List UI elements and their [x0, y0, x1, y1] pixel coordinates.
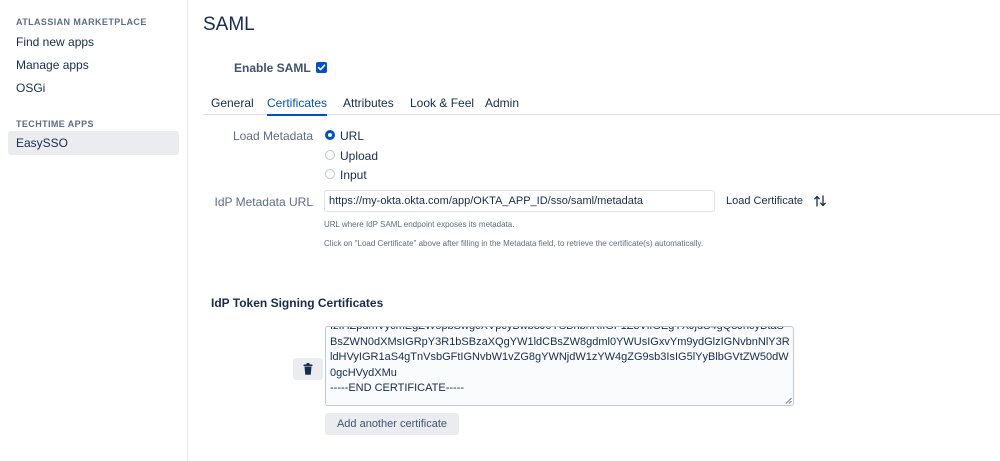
sidebar-heading-techtime: TECHTIME APPS: [16, 119, 94, 129]
add-certificate-button[interactable]: Add another certificate: [325, 413, 459, 435]
certificate-line: BsZWN0dXMsIGRpY3R1bSBzaXQgYW1ldCBsZW8gdm…: [330, 335, 790, 348]
radio-upload-button[interactable]: [325, 150, 335, 160]
sidebar-item-easysso[interactable]: EasySSO: [8, 131, 179, 155]
enable-saml-checkbox[interactable]: [316, 62, 327, 73]
radio-upload-label: Upload: [340, 149, 379, 163]
radio-url-button[interactable]: [325, 130, 335, 140]
certificate-text: IzIHZpdmVycmEgZW5pbSwgcXVpcyBwb3J0YSBhbn…: [330, 326, 790, 397]
sidebar: ATLASSIAN MARKETPLACE Find new apps Mana…: [0, 0, 188, 461]
tab-look-and-feel[interactable]: Look & Feel: [410, 96, 474, 115]
signing-certificates-title: IdP Token Signing Certificates: [211, 296, 384, 310]
enable-saml-label: Enable SAML: [234, 61, 311, 75]
metadata-url-help: URL where IdP SAML endpoint exposes its …: [324, 220, 515, 229]
tab-attributes[interactable]: Attributes: [343, 96, 394, 115]
delete-certificate-button[interactable]: [293, 358, 323, 380]
trash-icon: [303, 363, 313, 375]
page-title: SAML: [203, 14, 255, 35]
tab-admin[interactable]: Admin: [485, 96, 519, 115]
tab-general[interactable]: General: [211, 96, 254, 115]
certificate-textarea[interactable]: IzIHZpdmVycmEgZW5pbSwgcXVpcyBwb3J0YSBhbn…: [325, 326, 794, 406]
idp-metadata-url-input[interactable]: [324, 190, 715, 212]
load-certificate-help: Click on "Load Certificate" above after …: [324, 239, 704, 248]
radio-input-button[interactable]: [325, 169, 335, 179]
radio-input-label: Input: [340, 168, 367, 182]
sidebar-item-osgi[interactable]: OSGi: [8, 76, 179, 100]
sidebar-heading-marketplace: ATLASSIAN MARKETPLACE: [16, 17, 147, 27]
tab-certificates[interactable]: Certificates: [267, 96, 328, 116]
main-content: SAML Enable SAML General Certificates At…: [188, 0, 1000, 461]
resize-handle-icon[interactable]: [785, 397, 792, 404]
checkmark-icon: [317, 64, 326, 71]
sort-arrows-icon[interactable]: [813, 194, 827, 208]
certificate-line: 0gcHVydXMu: [330, 366, 397, 379]
sidebar-item-find-new-apps[interactable]: Find new apps: [8, 30, 179, 54]
load-certificate-button[interactable]: Load Certificate: [726, 195, 803, 207]
certificate-line: ldHVyIGR1aS4gTnVsbGFtIGNvbW1vZG8gYWNjdW1…: [330, 351, 789, 364]
certificate-line: -----END CERTIFICATE-----: [330, 382, 465, 395]
load-metadata-label: Load Metadata: [232, 129, 313, 143]
idp-metadata-url-label: IdP Metadata URL: [214, 195, 313, 209]
sidebar-item-manage-apps[interactable]: Manage apps: [8, 53, 179, 77]
certificate-line: IzIHZpdmVycmEgZW5pbSwgcXVpcyBwb3J0YSBhbn…: [330, 326, 784, 332]
radio-url-label: URL: [340, 129, 365, 143]
tab-bar: General Certificates Attributes Look & F…: [203, 96, 1000, 116]
